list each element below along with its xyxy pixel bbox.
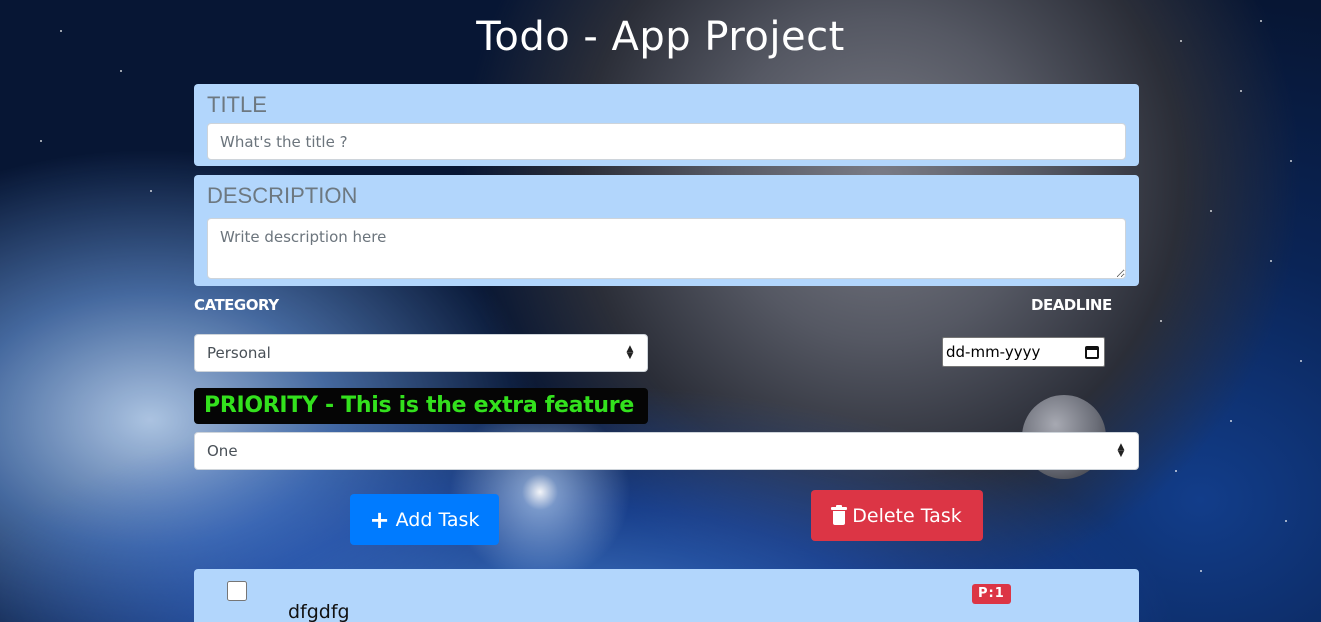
title-label: TITLE: [207, 92, 267, 117]
priority-badge: P:1: [972, 584, 1011, 604]
task-checkbox[interactable]: [227, 581, 247, 601]
deadline-date-value: dd-mm-yyyy: [946, 343, 1041, 361]
description-input[interactable]: [207, 218, 1126, 279]
title-input[interactable]: [207, 123, 1126, 160]
task-item: dfgdfg P:1: [194, 569, 1139, 622]
trash-icon: [831, 505, 848, 525]
deadline-label: DEADLINE: [1031, 296, 1112, 314]
delete-task-label: Delete Task: [852, 504, 962, 527]
priority-select[interactable]: One ▲ ▼: [194, 432, 1139, 470]
deadline-date-input[interactable]: dd-mm-yyyy: [942, 337, 1105, 367]
page-title: Todo - App Project: [476, 14, 845, 60]
updown-arrows-icon: ▲ ▼: [1117, 442, 1125, 459]
calendar-icon[interactable]: [1085, 345, 1099, 359]
updown-arrows-icon: ▲ ▼: [626, 344, 634, 361]
title-panel: TITLE: [194, 84, 1139, 166]
description-label: DESCRIPTION: [207, 183, 358, 208]
category-select[interactable]: Personal ▲ ▼: [194, 334, 648, 372]
add-task-label: Add Task: [395, 508, 480, 531]
description-panel: DESCRIPTION: [194, 175, 1139, 286]
task-title: dfgdfg: [288, 601, 350, 622]
category-selected-value: Personal: [207, 344, 271, 362]
category-label: CATEGORY: [194, 296, 279, 314]
priority-selected-value: One: [207, 442, 238, 460]
add-task-button[interactable]: + Add Task: [350, 494, 499, 545]
delete-task-button[interactable]: Delete Task: [811, 490, 983, 541]
priority-banner: PRIORITY - This is the extra feature: [194, 388, 648, 424]
plus-icon: +: [369, 505, 390, 534]
